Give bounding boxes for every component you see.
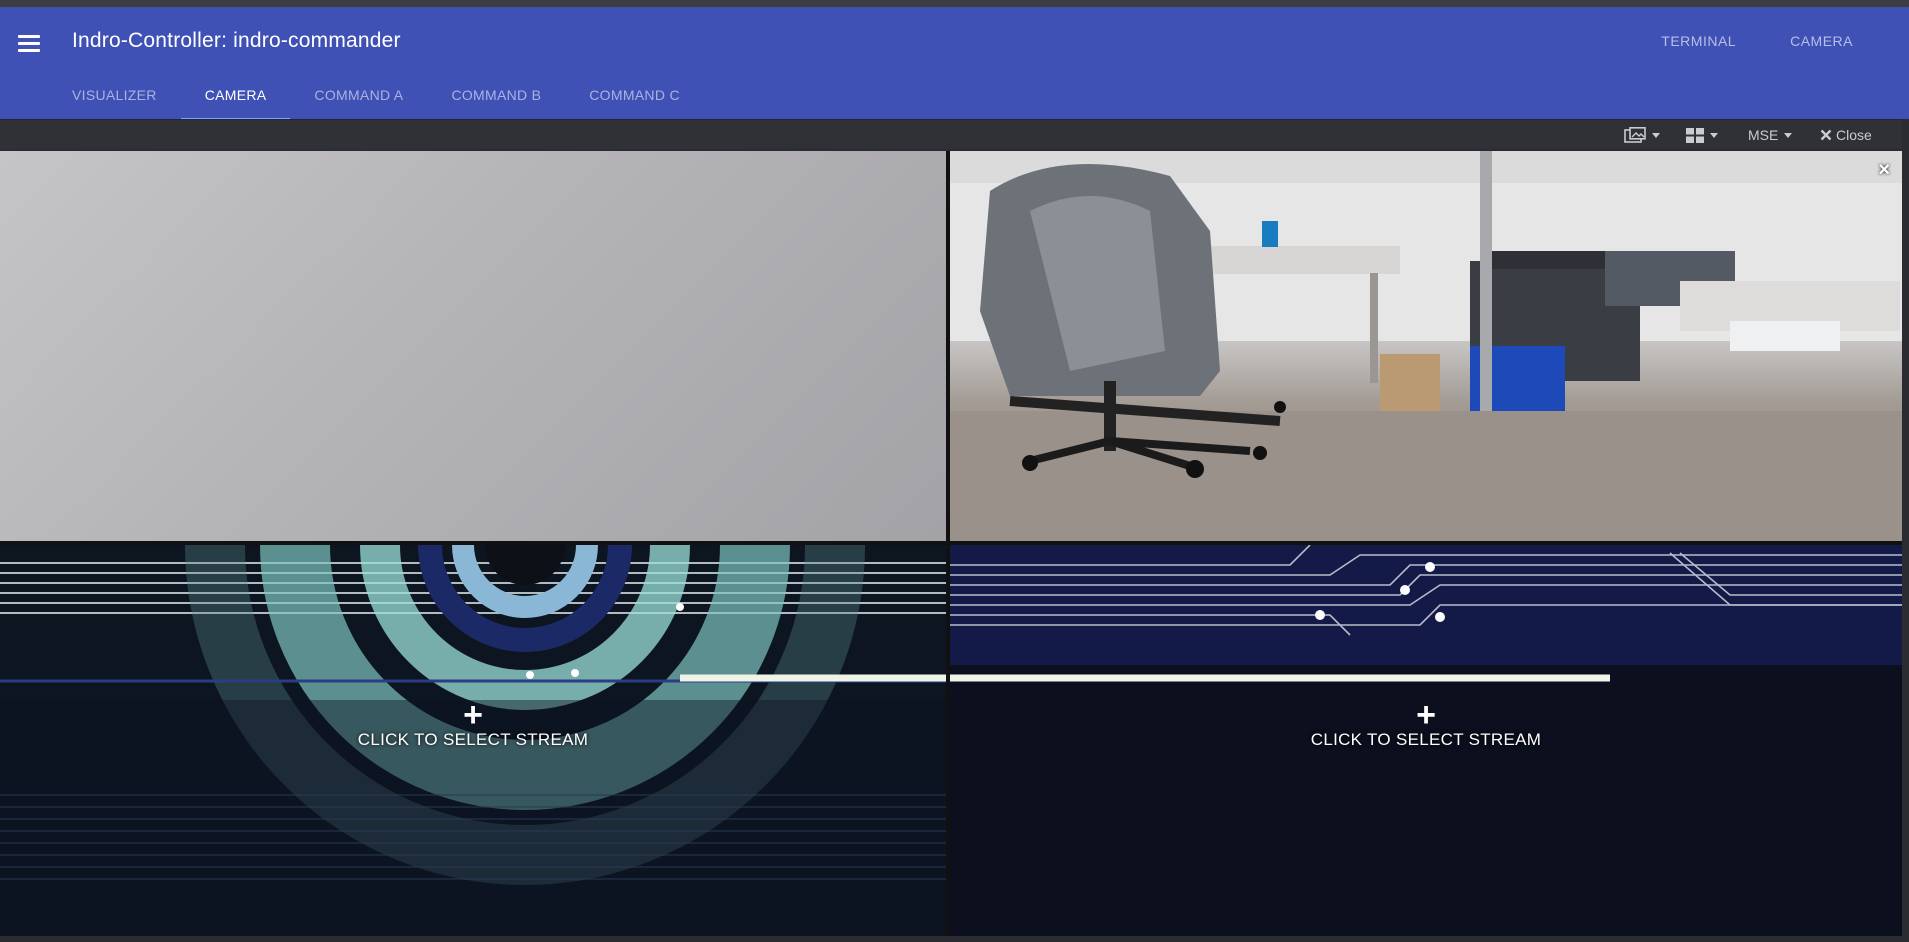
tab-visualizer[interactable]: VISUALIZER [48, 71, 181, 119]
select-stream-label: CLICK TO SELECT STREAM [1310, 730, 1542, 749]
close-label: Close [1836, 127, 1872, 143]
tab-bar: VISUALIZER CAMERA COMMAND A COMMAND B CO… [48, 71, 704, 120]
layout-dropdown[interactable] [1686, 126, 1718, 144]
tab-camera[interactable]: CAMERA [180, 71, 291, 120]
picture-in-picture-icon [1624, 127, 1646, 143]
menu-icon[interactable] [18, 35, 40, 53]
right-edge-strip [1902, 119, 1909, 942]
bottom-strip [0, 936, 1909, 942]
terminal-link[interactable]: TERMINAL [1661, 33, 1736, 49]
camera-feed-2[interactable]: × [950, 151, 1902, 541]
mode-label: MSE [1748, 127, 1779, 143]
camera-toolbar: MSE Close [0, 119, 1909, 149]
tab-command-a[interactable]: COMMAND A [290, 71, 427, 119]
camera-link[interactable]: CAMERA [1790, 33, 1853, 49]
app-title: Indro-Controller: indro-commander [72, 29, 401, 52]
plus-icon: + [463, 696, 483, 734]
window-top-strip [0, 0, 1909, 7]
select-stream-button[interactable]: + CLICK TO SELECT STREAM [1310, 696, 1542, 750]
tab-command-c[interactable]: COMMAND C [565, 71, 704, 119]
close-button[interactable]: Close [1820, 126, 1872, 144]
chevron-down-icon [1784, 132, 1793, 138]
select-stream-label: CLICK TO SELECT STREAM [357, 730, 589, 749]
top-links: TERMINAL CAMERA [1661, 33, 1853, 49]
select-stream-button[interactable]: + CLICK TO SELECT STREAM [357, 696, 589, 750]
stream-slot-4[interactable]: + CLICK TO SELECT STREAM [950, 545, 1902, 936]
stream-slot-3[interactable]: + CLICK TO SELECT STREAM [0, 545, 946, 936]
camera-grid: × + CLICK TO SELECT STREAM + CLICK TO SE… [0, 151, 1902, 936]
mode-dropdown[interactable]: MSE [1748, 126, 1793, 144]
tab-command-b[interactable]: COMMAND B [427, 71, 565, 119]
app-bar: Indro-Controller: indro-commander TERMIN… [0, 7, 1909, 120]
plus-icon: + [1416, 696, 1436, 734]
chevron-down-icon [1652, 132, 1660, 138]
picture-in-picture-dropdown[interactable] [1624, 126, 1660, 144]
grid-layout-icon [1686, 127, 1704, 143]
office-scene-image [950, 151, 1902, 541]
camera-feed-1[interactable] [0, 151, 946, 541]
close-stream-icon[interactable]: × [1878, 159, 1890, 182]
chevron-down-icon [1710, 132, 1718, 138]
close-icon [1820, 129, 1832, 141]
